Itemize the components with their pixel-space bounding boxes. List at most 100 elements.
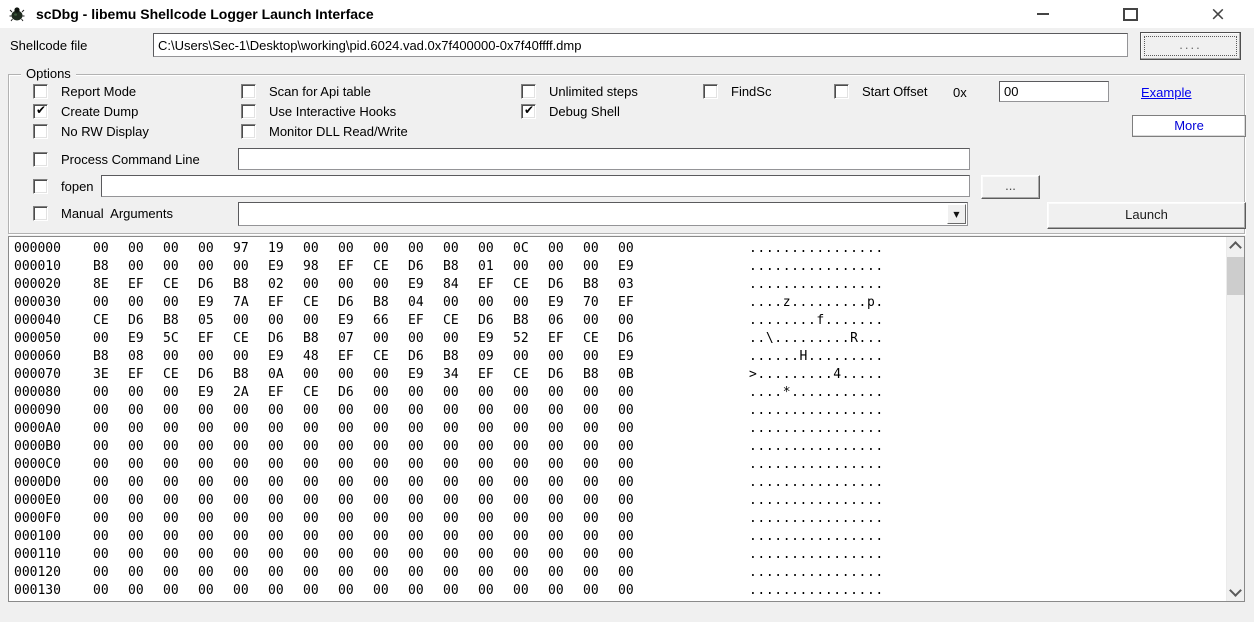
options-group: Options Report Mode ✔ Create Dump No RW … bbox=[8, 74, 1245, 234]
process-cmdline-input[interactable] bbox=[238, 148, 970, 170]
hex-offset: 000000 bbox=[14, 240, 93, 258]
hex-bytes: 00000000000000000000000000000000 bbox=[93, 547, 653, 562]
hex-ascii: ................ bbox=[749, 438, 884, 456]
fopen-input[interactable] bbox=[101, 175, 970, 197]
scrollbar-thumb[interactable] bbox=[1227, 257, 1244, 295]
scroll-down-button[interactable] bbox=[1227, 584, 1244, 601]
chevron-down-icon: ▼ bbox=[953, 210, 959, 219]
hex-bytes: 00000000000000000000000000000000 bbox=[93, 421, 653, 436]
checkbox-label: fopen bbox=[61, 179, 94, 194]
hex-row: 0000703EEFCED6B80A000000E934EFCED6B80B>.… bbox=[9, 366, 1226, 384]
options-group-title: Options bbox=[21, 66, 76, 81]
shellcode-file-label: Shellcode file bbox=[10, 38, 87, 53]
hexdump-rows: 0000000000000097190000000000000C000000..… bbox=[9, 240, 1226, 601]
start-offset-input[interactable] bbox=[999, 81, 1109, 102]
fopen-browse-label: ... bbox=[982, 176, 1039, 196]
launch-button[interactable]: Launch bbox=[1047, 202, 1246, 229]
checkbox-box bbox=[33, 152, 48, 167]
app-bug-icon bbox=[9, 6, 25, 22]
hex-offset: 000050 bbox=[14, 330, 93, 348]
hex-ascii: ................ bbox=[749, 276, 884, 294]
checkbox-label: Monitor DLL Read/Write bbox=[269, 124, 408, 139]
hex-ascii: ................ bbox=[749, 510, 884, 528]
hex-bytes: CED6B805000000E966EFCED6B8060000 bbox=[93, 313, 653, 328]
hex-row: 0000000000000097190000000000000C000000..… bbox=[9, 240, 1226, 258]
checkbox-box bbox=[521, 84, 536, 99]
fopen-browse-button[interactable]: ... bbox=[981, 175, 1040, 199]
maximize-button[interactable] bbox=[1107, 0, 1153, 28]
hex-bytes: B808000000E948EFCED6B809000000E9 bbox=[93, 349, 653, 364]
checkbox-box bbox=[241, 84, 256, 99]
checkbox-label: No RW Display bbox=[61, 124, 149, 139]
vertical-scrollbar[interactable] bbox=[1226, 237, 1244, 601]
checkbox-label: Scan for Api table bbox=[269, 84, 371, 99]
hex-ascii: ..\.........R... bbox=[749, 330, 884, 348]
hex-offset: 000120 bbox=[14, 564, 93, 582]
checkbox-label: Manual Arguments bbox=[61, 206, 173, 221]
hex-row: 0000B000000000000000000000000000000000..… bbox=[9, 438, 1226, 456]
hex-bytes: 000000E92AEFCED60000000000000000 bbox=[93, 385, 653, 400]
minimize-icon bbox=[1037, 13, 1049, 15]
checkbox-box bbox=[241, 124, 256, 139]
hex-offset: 0000C0 bbox=[14, 456, 93, 474]
hex-offset: 0000B0 bbox=[14, 438, 93, 456]
hex-ascii: ....*........... bbox=[749, 384, 884, 402]
scroll-up-button[interactable] bbox=[1227, 237, 1244, 254]
checkbox-box bbox=[834, 84, 849, 99]
hex-row: 0000E000000000000000000000000000000000..… bbox=[9, 492, 1226, 510]
check-icon: ✔ bbox=[36, 103, 46, 118]
hex-ascii: ........f....... bbox=[749, 312, 884, 330]
hex-ascii: ................ bbox=[749, 402, 884, 420]
hex-ascii: ................ bbox=[749, 582, 884, 600]
title-bar: scDbg - libemu Shellcode Logger Launch I… bbox=[0, 0, 1254, 28]
checkbox-box bbox=[33, 179, 48, 194]
hex-offset: 000110 bbox=[14, 546, 93, 564]
checkbox-label: FindSc bbox=[731, 84, 771, 99]
more-button[interactable]: More bbox=[1132, 115, 1246, 137]
hex-offset: 000040 bbox=[14, 312, 93, 330]
shellcode-file-input[interactable] bbox=[153, 33, 1128, 57]
close-icon: × bbox=[1210, 0, 1226, 28]
hex-row: 0000C000000000000000000000000000000000..… bbox=[9, 456, 1226, 474]
window-title: scDbg - libemu Shellcode Logger Launch I… bbox=[36, 0, 374, 28]
chevron-up-icon bbox=[1229, 241, 1242, 254]
hex-offset: 000010 bbox=[14, 258, 93, 276]
hex-row: 00012000000000000000000000000000000000..… bbox=[9, 564, 1226, 582]
checkbox-label: Start Offset bbox=[862, 84, 928, 99]
hex-ascii: ................ bbox=[749, 258, 884, 276]
hex-bytes: 00000000000000000000000000000000 bbox=[93, 565, 653, 580]
manual-arguments-combobox[interactable]: ▼ bbox=[238, 202, 968, 226]
hex-row: 0000A000000000000000000000000000000000..… bbox=[9, 420, 1226, 438]
checkbox-box bbox=[703, 84, 718, 99]
checkbox-box bbox=[241, 104, 256, 119]
example-link[interactable]: Example bbox=[1141, 85, 1192, 100]
shellcode-browse-button[interactable]: .... bbox=[1140, 32, 1241, 60]
checkbox-box bbox=[33, 206, 48, 221]
hex-row: 0000F000000000000000000000000000000000..… bbox=[9, 510, 1226, 528]
hex-row: 00011000000000000000000000000000000000..… bbox=[9, 546, 1226, 564]
hex-offset: 000060 bbox=[14, 348, 93, 366]
hex-bytes: 00000000000000000000000000000000 bbox=[93, 475, 653, 490]
checkbox-label: Create Dump bbox=[61, 104, 138, 119]
hex-offset: 000080 bbox=[14, 384, 93, 402]
maximize-icon bbox=[1123, 8, 1138, 21]
app-window: scDbg - libemu Shellcode Logger Launch I… bbox=[0, 0, 1254, 622]
hex-bytes: 0000000097190000000000000C000000 bbox=[93, 241, 653, 256]
close-button[interactable]: × bbox=[1195, 0, 1241, 28]
hex-offset: 0000F0 bbox=[14, 510, 93, 528]
hex-bytes: 00000000000000000000000000000000 bbox=[93, 439, 653, 454]
hex-offset: 000070 bbox=[14, 366, 93, 384]
combobox-dropdown-button[interactable]: ▼ bbox=[947, 204, 966, 224]
hex-row: 000060B808000000E948EFCED6B809000000E9..… bbox=[9, 348, 1226, 366]
hex-row: 00009000000000000000000000000000000000..… bbox=[9, 402, 1226, 420]
hex-ascii: >.........4..... bbox=[749, 366, 884, 384]
hex-bytes: 00000000000000000000000000000000 bbox=[93, 583, 653, 598]
hex-ascii: ......H......... bbox=[749, 348, 884, 366]
hex-row: 000030000000E97AEFCED6B804000000E970EF..… bbox=[9, 294, 1226, 312]
hex-bytes: 00000000000000000000000000000000 bbox=[93, 511, 653, 526]
hex-row: 000040CED6B805000000E966EFCED6B8060000..… bbox=[9, 312, 1226, 330]
minimize-button[interactable] bbox=[1020, 0, 1066, 28]
hex-bytes: 8EEFCED6B802000000E984EFCED6B803 bbox=[93, 277, 653, 292]
hex-offset: 000090 bbox=[14, 402, 93, 420]
launch-button-label: Launch bbox=[1048, 203, 1245, 226]
